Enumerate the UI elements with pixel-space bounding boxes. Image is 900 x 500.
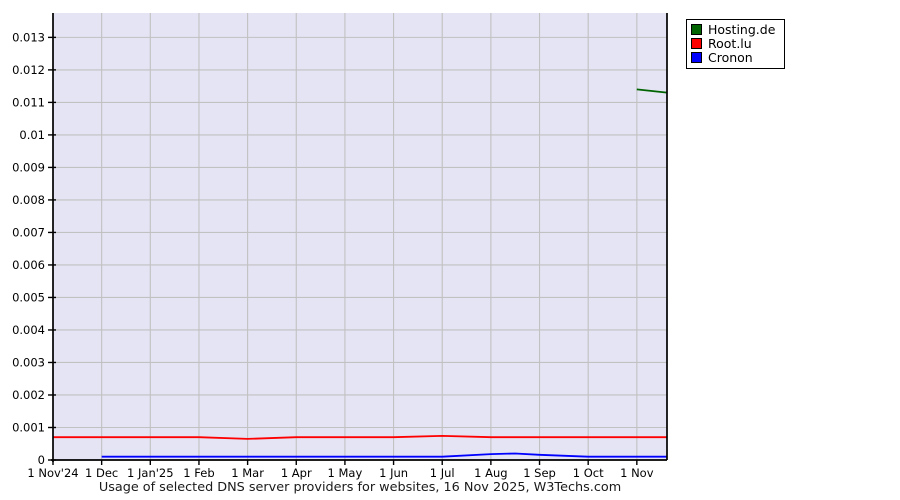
- x-tick-label: 1 Mar: [231, 466, 264, 480]
- y-tick-label: 0.002: [12, 388, 45, 402]
- x-tick-label: 1 Nov'24: [27, 466, 78, 480]
- rootlu-color-swatch: [691, 38, 702, 49]
- x-tick-label: 1 May: [328, 466, 363, 480]
- y-tick-label: 0.011: [12, 95, 45, 109]
- legend-label: Cronon: [708, 50, 753, 65]
- legend-label: Root.lu: [708, 36, 752, 51]
- cronon-color-swatch: [691, 52, 702, 63]
- y-tick-label: 0.008: [12, 193, 45, 207]
- x-tick-label: 1 Apr: [281, 466, 312, 480]
- hostingde-color-swatch: [691, 24, 702, 35]
- y-tick-label: 0.001: [12, 420, 45, 434]
- x-tick-label: 1 Nov: [620, 466, 654, 480]
- x-tick-label: 1 Feb: [183, 466, 214, 480]
- legend-label: Hosting.de: [708, 22, 776, 37]
- y-tick-label: 0.004: [12, 323, 45, 337]
- legend-item-rootlu: Root.lu: [691, 37, 775, 50]
- y-tick-label: 0.005: [12, 290, 45, 304]
- plot-area: [53, 13, 667, 460]
- chart-canvas: 0 0.001 0.002 0.003 0.004 0.005 0.006 0.007 0.00…: [0, 0, 900, 500]
- y-tick-label: 0.01: [19, 128, 45, 142]
- x-tick-label: 1 Dec: [85, 466, 118, 480]
- legend-item-cronon: Cronon: [691, 51, 775, 64]
- x-tick-label: 1 Jun: [379, 466, 408, 480]
- y-tick-label: 0.009: [12, 160, 45, 174]
- legend-box: Hosting.de Root.lu Cronon: [686, 19, 786, 69]
- y-tick-label: 0: [38, 453, 45, 467]
- y-tick-label: 0.007: [12, 225, 45, 239]
- x-tick-label: 1 Oct: [573, 466, 604, 480]
- x-tick-label: 1 Jan'25: [127, 466, 174, 480]
- dns-usage-line-chart: 0 0.001 0.002 0.003 0.004 0.005 0.006 0.007 0.00…: [12, 13, 668, 480]
- chart-title: Usage of selected DNS server providers f…: [98, 480, 622, 495]
- y-tick-label: 0.013: [12, 30, 45, 44]
- y-tick-label: 0.003: [12, 355, 45, 369]
- y-tick-label: 0.012: [12, 63, 45, 77]
- y-tick-label: 0.006: [12, 258, 45, 272]
- x-tick-label: 1 Sep: [523, 466, 556, 480]
- legend-item-hostingde: Hosting.de: [691, 23, 775, 36]
- x-tick-label: 1 Jul: [430, 466, 455, 480]
- x-tick-label: 1 Aug: [474, 466, 507, 480]
